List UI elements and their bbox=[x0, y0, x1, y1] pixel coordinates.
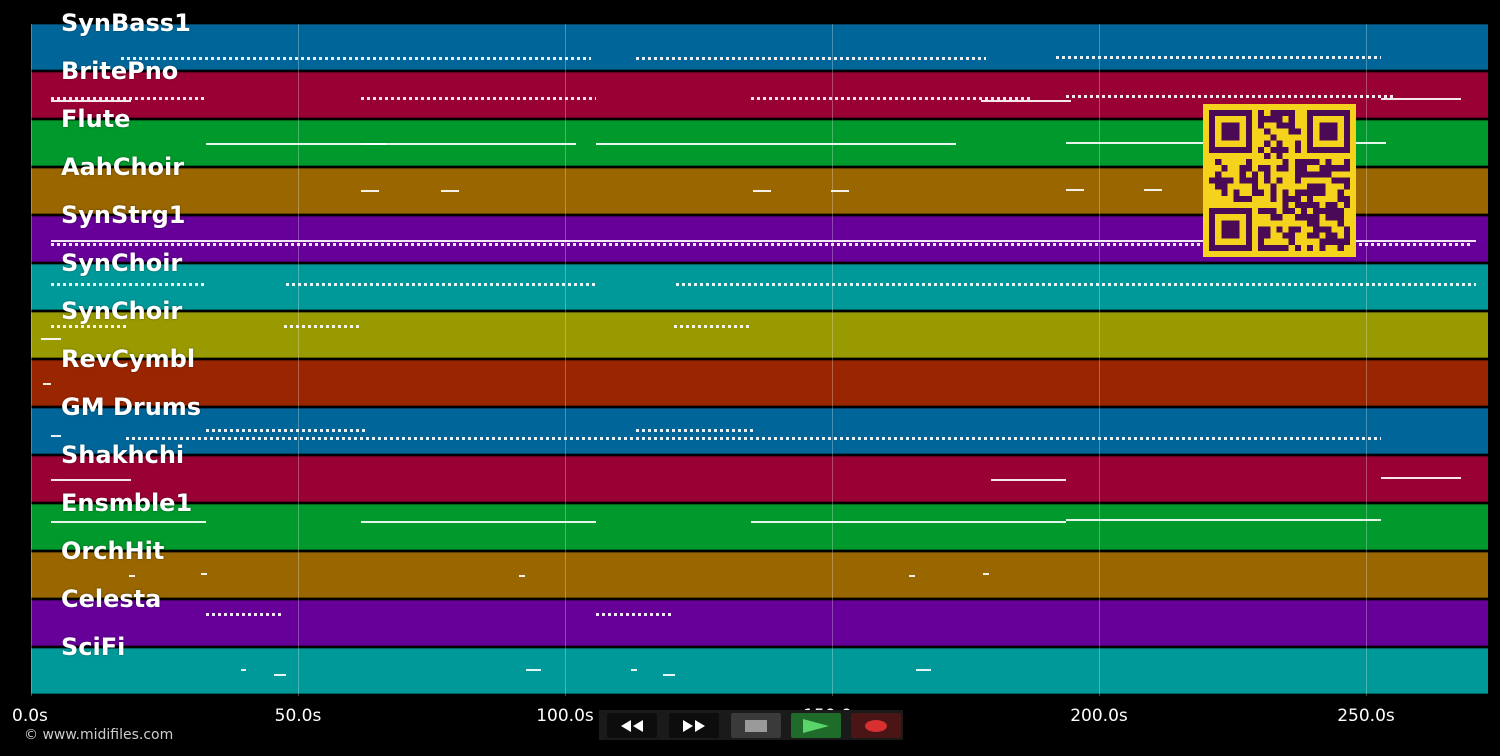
note-cluster bbox=[674, 325, 752, 328]
note-cluster bbox=[983, 573, 989, 575]
note-cluster bbox=[1056, 56, 1381, 59]
track-label: OrchHit bbox=[61, 537, 165, 565]
note-cluster bbox=[751, 521, 1066, 523]
note-cluster bbox=[636, 57, 986, 60]
copyright-text: © www.midifiles.com bbox=[24, 727, 174, 743]
note-cluster bbox=[206, 429, 366, 432]
play-button[interactable] bbox=[791, 713, 841, 738]
tick-label: 200.0s bbox=[1070, 706, 1128, 726]
track-label: SynChoir bbox=[61, 297, 183, 325]
gridline bbox=[565, 24, 566, 696]
gridline bbox=[832, 24, 833, 696]
note-cluster bbox=[596, 143, 956, 145]
note-cluster bbox=[663, 674, 675, 676]
note-cluster bbox=[676, 283, 1476, 286]
note-cluster bbox=[916, 669, 931, 671]
note-cluster bbox=[991, 479, 1066, 481]
track-row[interactable] bbox=[31, 360, 1488, 406]
track-row[interactable] bbox=[31, 24, 1488, 70]
transport-bar bbox=[599, 710, 903, 740]
stop-icon bbox=[745, 719, 767, 732]
tick-label: 50.0s bbox=[274, 706, 322, 726]
note-cluster bbox=[51, 283, 206, 286]
track-row[interactable] bbox=[31, 408, 1488, 454]
track-label: AahChoir bbox=[61, 153, 185, 181]
record-button[interactable] bbox=[851, 713, 901, 738]
fast-forward-icon bbox=[683, 719, 705, 732]
note-cluster bbox=[206, 143, 386, 145]
note-cluster bbox=[526, 669, 541, 671]
note-cluster bbox=[51, 479, 131, 481]
gridline bbox=[298, 24, 299, 696]
track-label: Shakhchi bbox=[61, 441, 185, 469]
note-cluster bbox=[126, 437, 1381, 440]
qr-code bbox=[1203, 104, 1356, 257]
fast-forward-button[interactable] bbox=[669, 713, 719, 738]
track-row[interactable] bbox=[31, 648, 1488, 694]
track-label: SynStrg1 bbox=[61, 201, 186, 229]
note-cluster bbox=[201, 573, 207, 575]
note-cluster bbox=[831, 190, 849, 192]
note-cluster bbox=[51, 100, 131, 102]
note-cluster bbox=[361, 143, 576, 145]
note-cluster bbox=[1381, 98, 1461, 100]
note-cluster bbox=[41, 338, 61, 340]
rewind-icon bbox=[621, 719, 643, 732]
tick-label: 0.0s bbox=[12, 706, 48, 726]
track-row[interactable] bbox=[31, 552, 1488, 598]
track-row[interactable] bbox=[31, 456, 1488, 502]
track-row[interactable] bbox=[31, 264, 1488, 310]
note-cluster bbox=[981, 100, 1071, 102]
note-cluster bbox=[519, 575, 525, 577]
note-cluster bbox=[51, 521, 206, 523]
gridline bbox=[31, 24, 32, 696]
track-label: Celesta bbox=[61, 585, 162, 613]
track-row[interactable] bbox=[31, 504, 1488, 550]
note-cluster bbox=[284, 325, 362, 328]
note-cluster bbox=[43, 383, 51, 385]
note-cluster bbox=[129, 575, 135, 577]
note-cluster bbox=[441, 190, 459, 192]
record-icon bbox=[865, 719, 887, 732]
note-cluster bbox=[636, 429, 756, 432]
track-row[interactable] bbox=[31, 312, 1488, 358]
note-cluster bbox=[121, 57, 591, 60]
track-row[interactable] bbox=[31, 600, 1488, 646]
gridline bbox=[1366, 24, 1367, 696]
tick-label: 100.0s bbox=[536, 706, 594, 726]
note-cluster bbox=[241, 669, 246, 671]
note-cluster bbox=[631, 669, 637, 671]
note-cluster bbox=[909, 575, 915, 577]
track-label: Ensmble1 bbox=[61, 489, 193, 517]
note-cluster bbox=[361, 190, 379, 192]
note-cluster bbox=[1144, 189, 1162, 191]
note-cluster bbox=[51, 325, 126, 328]
track-label: BritePno bbox=[61, 57, 179, 85]
track-label: GM Drums bbox=[61, 393, 202, 421]
note-cluster bbox=[274, 674, 286, 676]
note-cluster bbox=[1066, 189, 1084, 191]
track-label: SciFi bbox=[61, 633, 126, 661]
gridline bbox=[1099, 24, 1100, 696]
track-label: Flute bbox=[61, 105, 131, 133]
note-cluster bbox=[286, 283, 596, 286]
track-label: SynBass1 bbox=[61, 9, 191, 37]
note-cluster bbox=[361, 521, 596, 523]
stop-button[interactable] bbox=[731, 713, 781, 738]
note-cluster bbox=[753, 190, 771, 192]
note-cluster bbox=[596, 613, 671, 616]
play-icon bbox=[803, 718, 829, 733]
tick-label: 250.0s bbox=[1337, 706, 1395, 726]
track-label: RevCymbl bbox=[61, 345, 196, 373]
note-cluster bbox=[206, 613, 281, 616]
note-cluster bbox=[1381, 477, 1461, 479]
note-cluster bbox=[1066, 95, 1396, 98]
rewind-button[interactable] bbox=[607, 713, 657, 738]
note-cluster bbox=[1066, 519, 1381, 521]
track-label: SynChoir bbox=[61, 249, 183, 277]
note-cluster bbox=[361, 97, 596, 100]
note-cluster bbox=[51, 435, 61, 437]
